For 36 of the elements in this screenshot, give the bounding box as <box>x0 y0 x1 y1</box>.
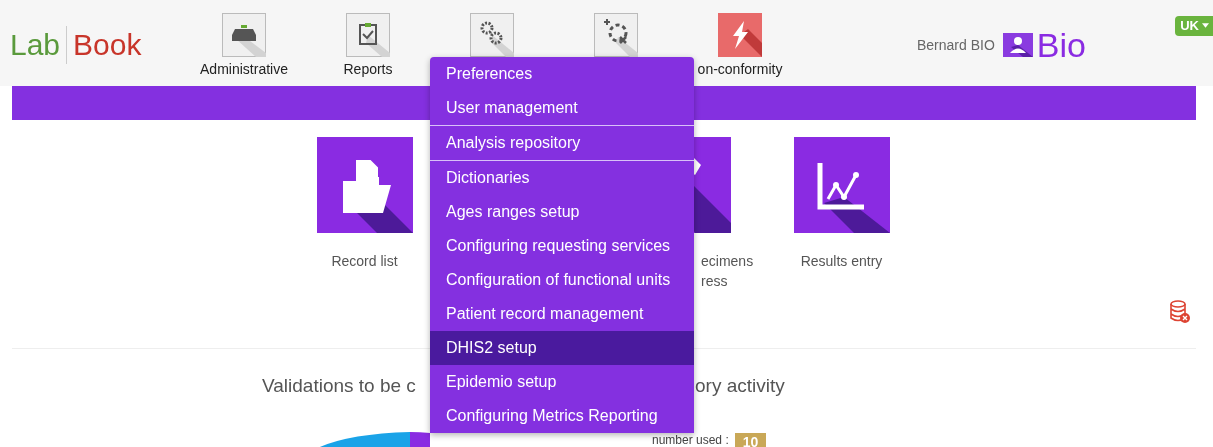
caret-icon <box>1202 23 1209 28</box>
lightning-icon[interactable] <box>718 13 762 57</box>
inbox-tray-icon[interactable] <box>222 13 266 57</box>
user-name: Bernard BIO <box>917 37 995 53</box>
crosshair-icon[interactable] <box>594 13 638 57</box>
nav-label[interactable]: Administrative <box>200 61 288 77</box>
menu-item[interactable]: Patient record management <box>430 297 694 331</box>
menu-item[interactable]: Ages ranges setup <box>430 195 694 229</box>
user-icon <box>1002 33 1033 57</box>
menu-item[interactable]: Configuring Metrics Reporting <box>430 399 694 433</box>
line-chart-icon[interactable] <box>793 137 890 233</box>
menu-item[interactable]: Dictionaries <box>430 161 694 195</box>
menu-item[interactable]: Preferences <box>430 57 694 91</box>
clipboard-check-icon[interactable] <box>346 13 390 57</box>
gears-icon[interactable] <box>470 13 514 57</box>
counter-label: number used : <box>652 434 729 447</box>
logo-text: Lab <box>10 28 61 62</box>
menu-item[interactable]: Configuration of functional units <box>430 263 694 297</box>
counter-value: 10 <box>734 433 767 447</box>
menu-item[interactable]: DHIS2 setup <box>430 331 694 365</box>
menu-item[interactable]: Configuring requesting services <box>430 229 694 263</box>
section-heading: ory activity <box>695 375 786 398</box>
menu-item[interactable]: Analysis repository <box>430 126 694 161</box>
logo-text: Book <box>73 28 142 62</box>
tile-label[interactable]: ress <box>701 273 728 289</box>
folder-icon[interactable] <box>316 137 413 233</box>
tile-label[interactable]: Results entry <box>800 253 883 269</box>
database-error-icon[interactable] <box>1169 300 1191 324</box>
section-heading: Validations to be c <box>262 375 416 398</box>
menu-item[interactable]: User management <box>430 91 694 126</box>
menu-item[interactable]: Epidemio setup <box>430 365 694 399</box>
tile-label[interactable]: Record list <box>331 253 398 269</box>
tile-label[interactable]: ecimens <box>701 253 754 269</box>
nav-label[interactable]: on-conformity <box>697 61 783 77</box>
brand-logo-text: Bio <box>1036 28 1086 62</box>
nav-label[interactable]: Reports <box>343 61 393 77</box>
